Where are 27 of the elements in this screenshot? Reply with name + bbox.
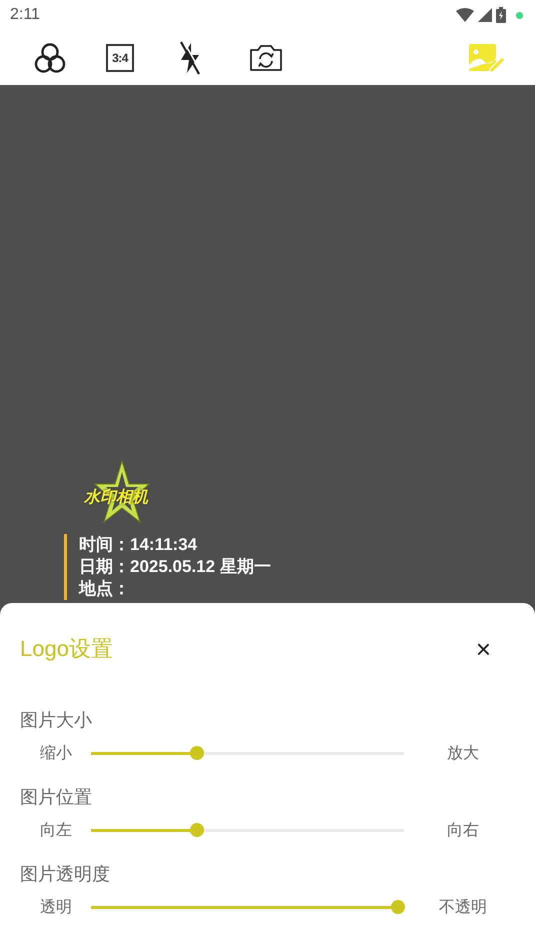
battery-icon <box>496 7 506 23</box>
watermark-line: 日期：2025.05.12 星期一 <box>79 556 271 578</box>
notification-dot-icon <box>516 12 523 18</box>
image-edit-icon <box>468 42 506 72</box>
setting-label: 图片透明度 <box>20 863 111 886</box>
min-label: 缩小 <box>39 744 73 764</box>
max-label: 向右 <box>446 820 480 840</box>
slider-thumb[interactable] <box>190 746 204 760</box>
min-label: 向左 <box>39 820 73 840</box>
signal-icon <box>478 8 492 22</box>
max-label: 不透明 <box>438 898 488 918</box>
aspect-ratio-button[interactable]: 3:4 <box>106 44 134 72</box>
flash-off-icon <box>177 40 203 74</box>
camera-switch-icon <box>249 44 283 72</box>
status-time: 2:11 <box>10 6 40 24</box>
min-label: 透明 <box>39 898 73 918</box>
wifi-icon <box>456 8 474 22</box>
slider-thumb[interactable] <box>190 823 204 837</box>
setting-label: 图片位置 <box>20 786 93 809</box>
setting-label: 图片大小 <box>20 709 93 732</box>
close-button[interactable]: × <box>470 634 497 664</box>
max-label: 放大 <box>446 744 480 764</box>
watermark-line: 时间：14:11:34 <box>79 534 198 556</box>
circles-icon <box>33 40 67 74</box>
watermark-line: 地点： <box>79 578 131 600</box>
slider-thumb[interactable] <box>390 900 405 914</box>
sheet-title: Logo设置 <box>20 635 114 663</box>
